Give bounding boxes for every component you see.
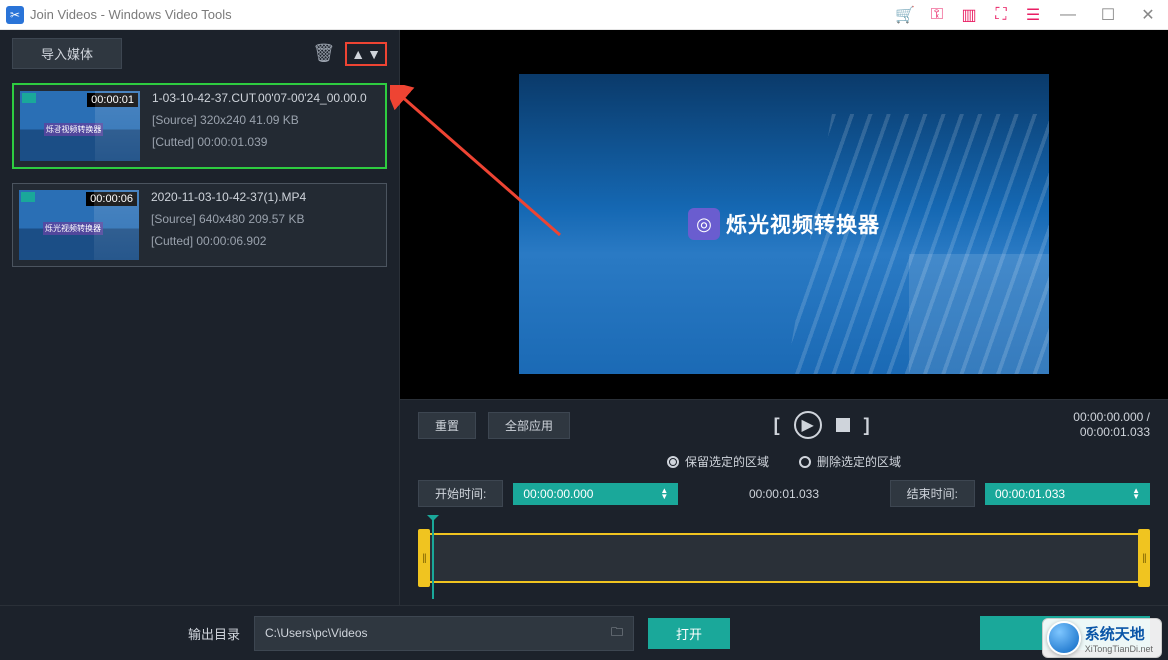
timeline-playhead[interactable] xyxy=(432,519,434,599)
output-path-value: C:\Users\pc\Videos xyxy=(265,626,368,640)
clip-source: [Source] 640x480 209.57 KB xyxy=(151,212,380,226)
window-title: Join Videos - Windows Video Tools xyxy=(30,7,894,22)
controls-panel: 重置 全部应用 [ ▶ ] 00:00:00.000 / 00:00:01.03… xyxy=(400,399,1168,605)
main-panel: ◎ 烁光视频转换器 重置 全部应用 [ ▶ ] 00:00:00.000 / 0… xyxy=(400,30,1168,605)
move-down-icon[interactable]: ▼ xyxy=(367,46,381,62)
reset-button[interactable]: 重置 xyxy=(418,412,476,439)
format-tag-icon xyxy=(21,192,35,202)
timeline-handle-start[interactable] xyxy=(418,529,430,587)
key-icon[interactable]: ⚿ xyxy=(926,6,948,24)
time-current: 00:00:00.000 / xyxy=(1073,410,1150,426)
radio-off-icon xyxy=(799,456,811,468)
preview-area: ◎ 烁光视频转换器 xyxy=(400,30,1168,399)
preview-image: ◎ 烁光视频转换器 xyxy=(519,74,1049,374)
window-controls: — ☐ ✕ xyxy=(1048,0,1168,30)
sliders-icon[interactable]: ⛶ xyxy=(990,6,1012,24)
globe-icon xyxy=(1047,621,1081,655)
close-button[interactable]: ✕ xyxy=(1128,0,1168,30)
layout-icon[interactable]: ▥ xyxy=(958,5,980,25)
play-button[interactable]: ▶ xyxy=(794,411,822,439)
bracket-start-icon[interactable]: [ xyxy=(774,415,780,436)
site-watermark: 系统天地 XiTongTianDi.net xyxy=(1042,618,1162,658)
radio-on-icon xyxy=(667,456,679,468)
minimize-button[interactable]: — xyxy=(1048,0,1088,30)
timecode-display: 00:00:00.000 / 00:00:01.033 xyxy=(1073,410,1150,441)
keep-region-option[interactable]: 保留选定的区域 xyxy=(667,453,769,470)
clip-duration: 00:00:01 xyxy=(87,93,138,107)
playback-controls: [ ▶ ] xyxy=(582,411,1061,439)
format-tag-icon xyxy=(22,93,36,103)
app-icon: ✂ xyxy=(6,6,24,24)
clip-source: [Source] 320x240 41.09 KB xyxy=(152,113,379,127)
preview-watermark: ◎ 烁光视频转换器 xyxy=(688,208,880,240)
cart-icon[interactable]: 🛒 xyxy=(894,5,916,25)
preview-logo-icon: ◎ xyxy=(688,208,720,240)
apply-all-button[interactable]: 全部应用 xyxy=(488,412,570,439)
timeline-track[interactable] xyxy=(426,533,1142,583)
clip-meta: 1-03-10-42-37.CUT.00'07-00'24_00.00.0 [S… xyxy=(152,91,379,161)
start-time-value: 00:00:00.000 xyxy=(523,487,593,501)
time-total: 00:00:01.033 xyxy=(1073,425,1150,441)
clip-filename: 2020-11-03-10-42-37(1).MP4 xyxy=(151,190,380,204)
sidebar-toolbar: 导入媒体 🗑 ▲ ▼ xyxy=(0,30,399,77)
timeline-handle-end[interactable] xyxy=(1138,529,1150,587)
control-buttons-row: 重置 全部应用 [ ▶ ] 00:00:00.000 / 00:00:01.03… xyxy=(418,410,1150,441)
clip-meta: 2020-11-03-10-42-37(1).MP4 [Source] 640x… xyxy=(151,190,380,260)
clip-cutted: [Cutted] 00:00:06.902 xyxy=(151,234,380,248)
move-order-box: ▲ ▼ xyxy=(345,42,387,66)
spinner-icon[interactable]: ▲▼ xyxy=(1132,488,1140,500)
output-path-input[interactable]: C:\Users\pc\Videos 🗀 xyxy=(254,616,634,651)
thumb-badge: 烁광视频转换器 xyxy=(44,123,103,136)
bracket-end-icon[interactable]: ] xyxy=(864,415,870,436)
bottom-bar: 输出目录 C:\Users\pc\Videos 🗀 打开 xyxy=(0,605,1168,660)
start-time-label: 开始时间: xyxy=(418,480,503,507)
end-time-input[interactable]: 00:00:01.033 ▲▼ xyxy=(985,483,1150,505)
time-range-row: 开始时间: 00:00:00.000 ▲▼ 00:00:01.033 结束时间:… xyxy=(418,480,1150,507)
duration-display: 00:00:01.033 xyxy=(688,487,879,501)
clip-item[interactable]: 00:00:06 烁光视频转换器 2020-11-03-10-42-37(1).… xyxy=(12,183,387,267)
region-mode-row: 保留选定的区域 删除选定的区域 xyxy=(418,453,1150,470)
clip-list: 00:00:01 烁광视频转换器 1-03-10-42-37.CUT.00'07… xyxy=(0,77,399,273)
import-media-button[interactable]: 导入媒体 xyxy=(12,38,122,69)
delete-region-label: 删除选定的区域 xyxy=(817,453,901,470)
timeline[interactable] xyxy=(418,521,1150,591)
titlebar: ✂ Join Videos - Windows Video Tools 🛒 ⚿ … xyxy=(0,0,1168,30)
sidebar: 导入媒体 🗑 ▲ ▼ 00:00:01 烁광视频转换器 1-03-10-42-3… xyxy=(0,30,400,605)
keep-region-label: 保留选定的区域 xyxy=(685,453,769,470)
clip-duration: 00:00:06 xyxy=(86,192,137,206)
thumb-badge: 烁光视频转换器 xyxy=(43,222,103,235)
trash-icon[interactable]: 🗑 xyxy=(312,43,335,64)
clip-item[interactable]: 00:00:01 烁광视频转换器 1-03-10-42-37.CUT.00'07… xyxy=(12,83,387,169)
app-body: 导入媒体 🗑 ▲ ▼ 00:00:01 烁광视频转换器 1-03-10-42-3… xyxy=(0,30,1168,605)
clip-cutted: [Cutted] 00:00:01.039 xyxy=(152,135,379,149)
start-time-input[interactable]: 00:00:00.000 ▲▼ xyxy=(513,483,678,505)
folder-icon[interactable]: 🗀 xyxy=(611,623,623,644)
end-time-value: 00:00:01.033 xyxy=(995,487,1065,501)
delete-region-option[interactable]: 删除选定的区域 xyxy=(799,453,901,470)
menu-icon[interactable]: ☰ xyxy=(1022,5,1044,25)
outdir-label: 输出目录 xyxy=(188,624,240,643)
watermark-title: 系统天地 xyxy=(1085,623,1153,644)
end-time-label: 结束时间: xyxy=(890,480,975,507)
open-button[interactable]: 打开 xyxy=(648,618,730,649)
clip-thumbnail: 00:00:01 烁광视频转换器 xyxy=(20,91,140,161)
maximize-button[interactable]: ☐ xyxy=(1088,0,1128,30)
clip-filename: 1-03-10-42-37.CUT.00'07-00'24_00.00.0 xyxy=(152,91,379,105)
stop-button[interactable] xyxy=(836,418,850,432)
spinner-icon[interactable]: ▲▼ xyxy=(660,488,668,500)
clip-thumbnail: 00:00:06 烁光视频转换器 xyxy=(19,190,139,260)
titlebar-tools: 🛒 ⚿ ▥ ⛶ ☰ xyxy=(894,5,1044,25)
move-up-icon[interactable]: ▲ xyxy=(351,46,365,62)
preview-logo-text: 烁光视频转换器 xyxy=(726,209,880,239)
watermark-sub: XiTongTianDi.net xyxy=(1085,644,1153,654)
